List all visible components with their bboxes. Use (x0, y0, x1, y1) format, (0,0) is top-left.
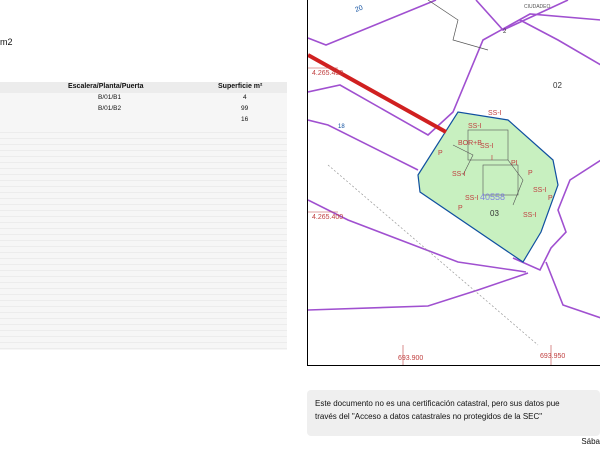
table-row: B/01/B1 4 (0, 94, 287, 104)
label-bor: BOR+B (458, 140, 482, 147)
label-p: P (438, 150, 443, 157)
label-p: P (458, 205, 463, 212)
label-pi: PI (511, 160, 518, 167)
label-ssi: SS-I (452, 171, 466, 178)
label-p: P (548, 195, 553, 202)
coord-y-top: 4.265.450 (312, 70, 343, 77)
label-ssi: SS-I (480, 143, 494, 150)
label-ssi: SS-I (523, 212, 537, 219)
surface-table: Escalera/Planta/Puerta Superficie m² B/0… (0, 82, 287, 350)
coord-y-bottom: 4.265.400 (312, 214, 343, 221)
row-surface: 99 (241, 105, 249, 112)
table-row: 16 (0, 116, 287, 126)
red-pointer-line (308, 53, 447, 134)
column-surface: Superficie m² (218, 83, 263, 90)
coord-x-left: 693.900 (398, 355, 423, 362)
street-number-a: 20 (354, 5, 364, 14)
label-ssi: SS-I (468, 123, 482, 130)
parcel-03-label: 03 (490, 209, 499, 218)
cadastral-map[interactable]: SS-I SS-I BOR+B SS-I SS-I SS-I SS-I SS-I… (307, 0, 600, 366)
coord-x-right: 693.950 (540, 353, 565, 360)
row-surface: 4 (243, 94, 247, 101)
map-canvas: SS-I SS-I BOR+B SS-I SS-I SS-I SS-I SS-I… (308, 0, 600, 365)
street-name: CIUDADEO (524, 4, 551, 10)
label-ssi: SS-I (465, 195, 479, 202)
disclaimer-note: Este documento no es una certificación c… (307, 390, 600, 436)
date-label: Sába (581, 437, 600, 446)
table-filler (0, 127, 287, 350)
street-number-b: 2 (503, 29, 507, 35)
row-location: B/01/B1 (98, 94, 122, 101)
label-p: P (528, 170, 533, 177)
label-ssi: SS-I (488, 110, 502, 117)
row-location: B/01/B2 (98, 105, 122, 112)
street-number-c: 18 (338, 124, 345, 130)
parcel-ref: 40558 (480, 192, 505, 202)
disclaimer-line-2: través del "Acceso a datos catastrales n… (315, 412, 543, 421)
disclaimer-line-1: Este documento no es una certificación c… (315, 399, 560, 408)
label-i: I (491, 155, 493, 162)
row-surface: 16 (241, 116, 249, 123)
column-location: Escalera/Planta/Puerta (68, 83, 144, 90)
label-ssi: SS-I (533, 187, 547, 194)
table-header: Escalera/Planta/Puerta Superficie m² (0, 82, 287, 93)
unit-label: m2 (0, 37, 13, 47)
parcel-02-label: 02 (553, 81, 562, 90)
table-row: B/01/B2 99 (0, 105, 287, 115)
